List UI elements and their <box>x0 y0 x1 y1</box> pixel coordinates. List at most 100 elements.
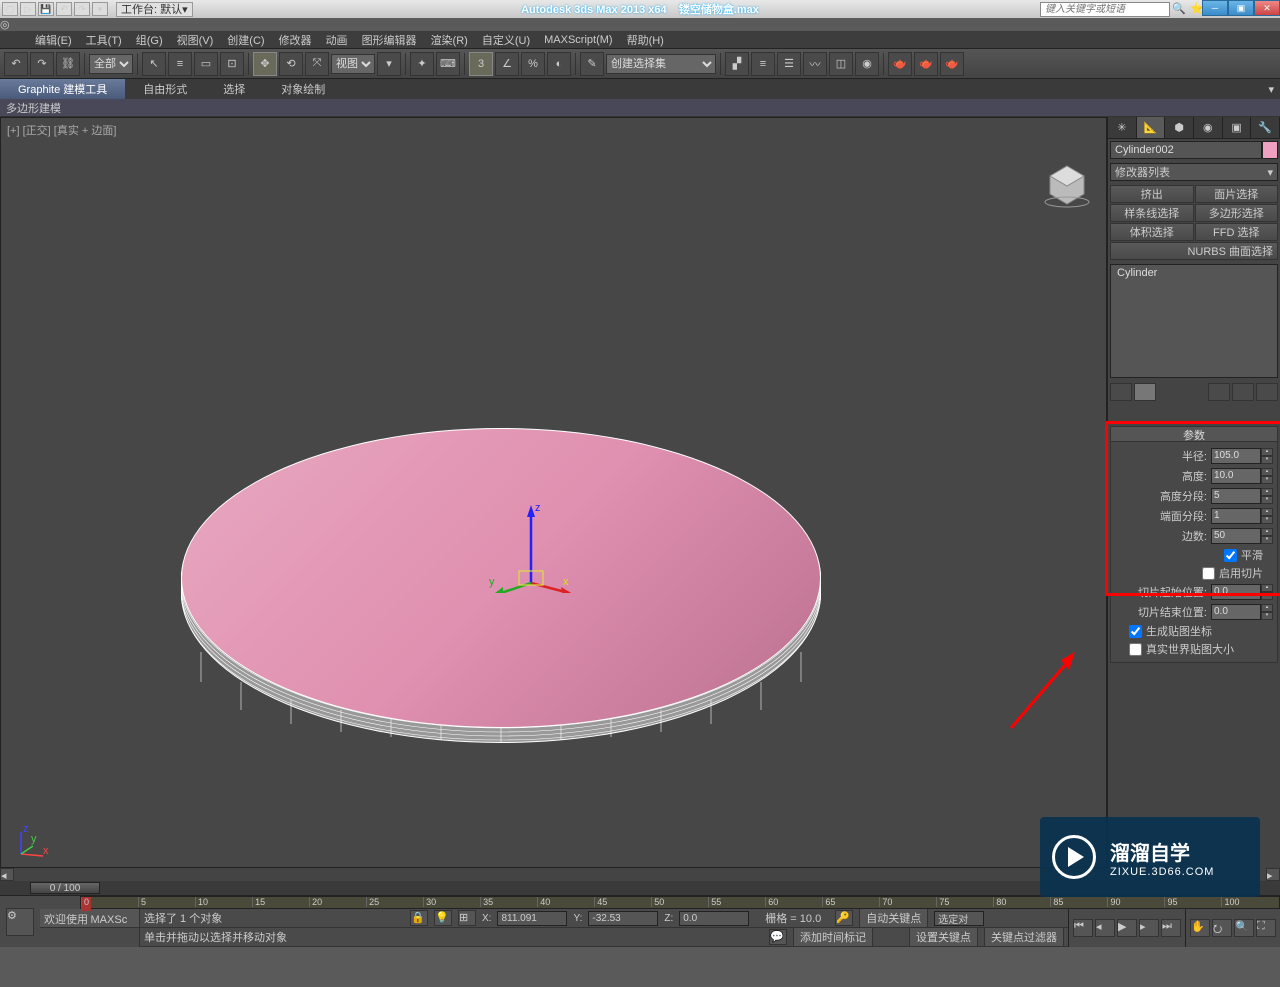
cylinder-object[interactable]: z x y <box>181 428 831 748</box>
menu-help[interactable]: 帮助(H) <box>627 32 664 48</box>
maximize-button[interactable]: ▣ <box>1228 0 1254 16</box>
hseg-input[interactable] <box>1211 488 1261 504</box>
z-coord-input[interactable] <box>679 911 749 926</box>
qat-redo-icon[interactable]: ↷ <box>74 2 90 16</box>
comm-center-icon[interactable]: 💬 <box>769 929 787 945</box>
menu-create[interactable]: 创建(C) <box>227 32 264 48</box>
rotate-icon[interactable]: ⟲ <box>279 52 303 76</box>
material-icon[interactable]: ◉ <box>855 52 879 76</box>
qat-save-icon[interactable]: 💾 <box>38 2 54 16</box>
transform-gizmo[interactable]: z x y <box>481 493 581 593</box>
mod-btn-nurbs[interactable]: NURBS 曲面选择 <box>1110 242 1278 260</box>
stack-show-icon[interactable] <box>1134 383 1156 401</box>
named-sel-edit-icon[interactable]: ✎ <box>580 52 604 76</box>
qat-undo-icon[interactable]: ↶ <box>56 2 72 16</box>
menu-animation[interactable]: 动画 <box>326 32 348 48</box>
layers-icon[interactable]: ☰ <box>777 52 801 76</box>
mod-btn-patch-select[interactable]: 面片选择 <box>1195 185 1279 203</box>
zoom-icon[interactable]: 🔍 <box>1234 919 1254 937</box>
radius-up-icon[interactable]: ▴ <box>1261 448 1273 456</box>
set-key-button[interactable]: 设置关键点 <box>909 927 978 947</box>
max-viewport-icon[interactable]: ⛶ <box>1256 919 1276 937</box>
mod-btn-vol-select[interactable]: 体积选择 <box>1110 223 1194 241</box>
workspace-selector[interactable]: 工作台: 默认 ▾ <box>116 2 193 17</box>
key-mode-icon[interactable]: 🔑 <box>835 910 853 926</box>
mirror-icon[interactable]: ▞ <box>725 52 749 76</box>
ribbon-tab-paint[interactable]: 对象绘制 <box>263 79 343 99</box>
named-selection-set[interactable]: 创建选择集 <box>606 54 716 74</box>
ribbon-tab-freeform[interactable]: 自由形式 <box>125 79 205 99</box>
stack-remove-icon[interactable] <box>1232 383 1254 401</box>
slice-on-checkbox[interactable] <box>1202 567 1215 580</box>
isolate-icon[interactable]: 💡 <box>434 910 452 926</box>
select-rect-icon[interactable]: ▭ <box>194 52 218 76</box>
timeline-config-icon[interactable]: ⚙ <box>6 908 34 936</box>
align-icon[interactable]: ≡ <box>751 52 775 76</box>
help-search-input[interactable] <box>1040 2 1170 17</box>
ribbon-tab-selection[interactable]: 选择 <box>205 79 263 99</box>
menu-group[interactable]: 组(G) <box>136 32 163 48</box>
stack-unique-icon[interactable] <box>1208 383 1230 401</box>
goto-end-icon[interactable]: ⏭ <box>1161 919 1181 937</box>
prev-frame-icon[interactable]: ◂ <box>1095 919 1115 937</box>
menu-edit[interactable]: 编辑(E) <box>35 32 72 48</box>
height-input[interactable] <box>1211 468 1261 484</box>
angle-snap-icon[interactable]: ∠ <box>495 52 519 76</box>
radius-down-icon[interactable]: ▾ <box>1261 456 1273 464</box>
select-window-icon[interactable]: ⊡ <box>220 52 244 76</box>
viewport[interactable]: [+] [正交] [真实 + 边面] <box>0 117 1107 868</box>
lock-sel-icon[interactable]: 🔒 <box>410 910 428 926</box>
gen-uv-checkbox[interactable] <box>1129 625 1142 638</box>
menu-views[interactable]: 视图(V) <box>177 32 214 48</box>
auto-key-button[interactable]: 自动关键点 <box>859 908 928 928</box>
percent-snap-icon[interactable]: % <box>521 52 545 76</box>
menu-tools[interactable]: 工具(T) <box>86 32 122 48</box>
orbit-icon[interactable]: ⭮ <box>1212 919 1232 937</box>
goto-start-icon[interactable]: ⏮ <box>1073 919 1093 937</box>
move-icon[interactable]: ✥ <box>253 52 277 76</box>
time-slider[interactable]: 0 / 100 <box>30 882 100 894</box>
mod-btn-extrude[interactable]: 挤出 <box>1110 185 1194 203</box>
sel-set-field[interactable] <box>934 911 984 926</box>
render-setup-icon[interactable]: 🫖 <box>888 52 912 76</box>
cmd-tab-utilities-icon[interactable]: 🔧 <box>1251 117 1280 138</box>
add-time-tag[interactable]: 添加时间标记 <box>793 927 873 947</box>
render-icon[interactable]: 🫖 <box>940 52 964 76</box>
viewport-label[interactable]: [+] [正交] [真实 + 边面] <box>7 122 116 138</box>
spinner-snap-icon[interactable]: ◐ <box>547 52 571 76</box>
cmd-tab-motion-icon[interactable]: ◉ <box>1194 117 1223 138</box>
snap-icon[interactable]: 3 <box>469 52 493 76</box>
cmd-tab-create-icon[interactable]: ✳ <box>1108 117 1137 138</box>
object-name-field[interactable] <box>1110 141 1262 159</box>
params-rollout-header[interactable]: 参数 <box>1110 426 1278 442</box>
pivot-icon[interactable]: ▾ <box>377 52 401 76</box>
mod-btn-poly-select[interactable]: 多边形选择 <box>1195 204 1279 222</box>
radius-input[interactable] <box>1211 448 1261 464</box>
select-name-icon[interactable]: ≡ <box>168 52 192 76</box>
selection-filter[interactable]: 全部 <box>89 54 133 74</box>
stack-pin-icon[interactable] <box>1110 383 1132 401</box>
ribbon-collapse-icon[interactable]: ▾ <box>1262 79 1280 99</box>
close-button[interactable]: ✕ <box>1254 0 1280 16</box>
qat-dropdown-icon[interactable]: ▾ <box>92 2 108 16</box>
menu-graph[interactable]: 图形编辑器 <box>362 32 417 48</box>
app-menu-icon[interactable]: ◎ <box>0 18 1280 31</box>
ribbon-tab-graphite[interactable]: Graphite 建模工具 <box>0 79 125 99</box>
qat-new-icon[interactable]: ▢ <box>2 2 18 16</box>
cmd-tab-hierarchy-icon[interactable]: ⬢ <box>1165 117 1194 138</box>
redo-icon[interactable]: ↷ <box>30 52 54 76</box>
menu-maxscript[interactable]: MAXScript(M) <box>544 34 612 46</box>
object-color-swatch[interactable] <box>1262 141 1278 159</box>
manip-icon[interactable]: ✦ <box>410 52 434 76</box>
infocenter-icon[interactable]: 🔍 <box>1172 2 1186 16</box>
next-frame-icon[interactable]: ▸ <box>1139 919 1159 937</box>
undo-icon[interactable]: ↶ <box>4 52 28 76</box>
time-ruler[interactable]: 0510152025303540455055606570758085909510… <box>80 896 1280 909</box>
ref-coord-dropdown[interactable]: 视图 <box>331 54 375 74</box>
cmd-tab-display-icon[interactable]: ▣ <box>1223 117 1252 138</box>
x-coord-input[interactable] <box>497 911 567 926</box>
key-filter-button[interactable]: 关键点过滤器 <box>984 927 1064 947</box>
link-icon[interactable]: ⛓ <box>56 52 80 76</box>
real-world-checkbox[interactable] <box>1129 643 1142 656</box>
mod-btn-spline-select[interactable]: 样条线选择 <box>1110 204 1194 222</box>
